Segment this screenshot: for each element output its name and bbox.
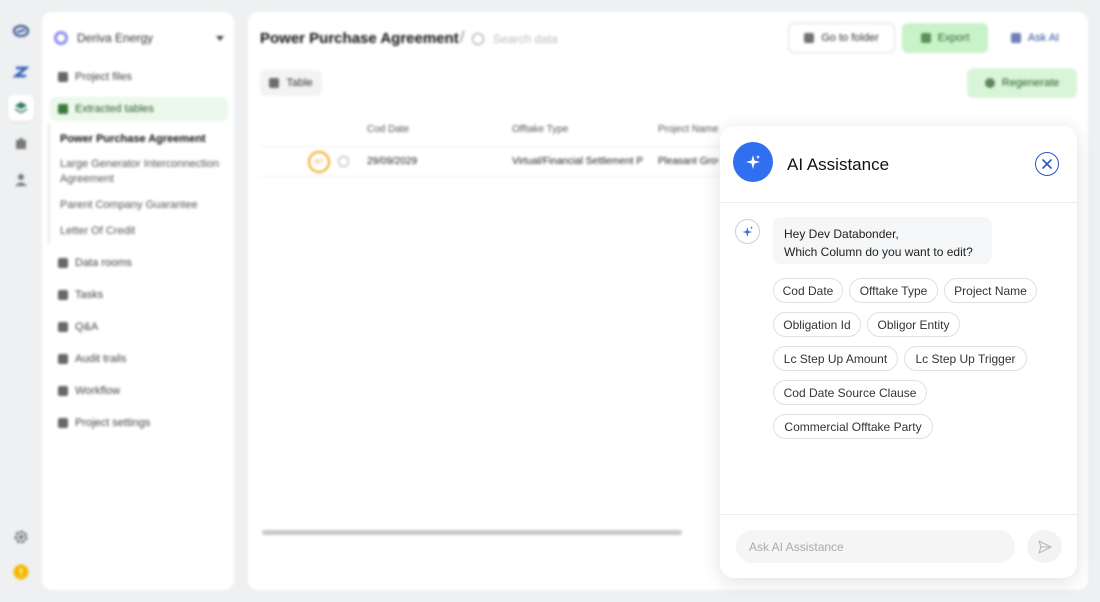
- sparkle-icon: [741, 225, 753, 237]
- close-button[interactable]: [1035, 152, 1059, 176]
- gear-icon: [58, 418, 68, 428]
- org-logo-icon: [54, 31, 68, 45]
- z-logo-icon: [1010, 33, 1021, 43]
- sidebar-item-label: Tasks: [75, 289, 104, 301]
- upload-icon: [920, 33, 931, 43]
- sidebar-item-extracted-tables[interactable]: Extracted tables: [50, 97, 228, 121]
- confidence-score: 67: [308, 151, 330, 173]
- layers-icon[interactable]: [8, 95, 34, 121]
- regenerate-label: Regenerate: [1001, 77, 1060, 89]
- folder-icon: [58, 72, 68, 82]
- alert-icon[interactable]: [8, 559, 34, 585]
- table-cell[interactable]: Virtual/Financial Settlement P: [512, 156, 647, 167]
- column-header-offtake-type[interactable]: Offtake Type: [512, 124, 568, 135]
- chip-project-name[interactable]: Project Name: [944, 278, 1037, 303]
- sub-item-large-generator[interactable]: Large Generator Interconnection Agreemen…: [60, 157, 220, 187]
- ask-ai-label: Ask AI: [1027, 32, 1060, 44]
- chip-offtake-type[interactable]: Offtake Type: [849, 278, 938, 303]
- page-title: Power Purchase Agreement: [260, 30, 459, 47]
- refresh-icon: [984, 78, 995, 88]
- table-divider: [260, 176, 720, 177]
- org-name: Deriva Energy: [77, 31, 154, 45]
- search-box[interactable]: Search data: [472, 32, 558, 46]
- regenerate-button[interactable]: Regenerate: [967, 68, 1077, 98]
- z-logo-icon[interactable]: [8, 59, 34, 85]
- search-icon: [472, 33, 484, 45]
- org-selector[interactable]: Deriva Energy: [54, 28, 224, 48]
- assistant-message: Hey Dev Databonder, Which Column do you …: [773, 217, 992, 264]
- column-header-cod-date[interactable]: Cod Date: [367, 124, 409, 135]
- check-circle-icon[interactable]: [338, 156, 349, 167]
- sidebar-item-audit-trails[interactable]: Audit trails: [50, 347, 228, 371]
- chip-lc-step-up-amount[interactable]: Lc Step Up Amount: [773, 346, 898, 371]
- gear-icon[interactable]: [8, 524, 34, 550]
- sidebar-item-tasks[interactable]: Tasks: [50, 283, 228, 307]
- folder-icon: [804, 33, 815, 43]
- sidebar-item-label: Project files: [75, 71, 132, 83]
- chip-lc-step-up-trigger[interactable]: Lc Step Up Trigger: [904, 346, 1027, 371]
- chip-obligor-entity[interactable]: Obligor Entity: [867, 312, 960, 337]
- send-icon: [1037, 539, 1052, 554]
- greeting-line: Hey Dev Databonder,: [784, 227, 899, 241]
- sidebar-item-label: Workflow: [75, 385, 121, 397]
- sidebar-item-workflow[interactable]: Workflow: [50, 379, 228, 403]
- user-icon[interactable]: [8, 167, 34, 193]
- sidebar-item-project-files[interactable]: Project files: [50, 65, 228, 89]
- sidebar-item-label: Project settings: [75, 417, 151, 429]
- table-icon: [58, 104, 68, 114]
- audit-icon: [58, 354, 68, 364]
- sidebar-item-data-rooms[interactable]: Data rooms: [50, 251, 228, 275]
- table-view-label: Table: [286, 77, 313, 89]
- send-button[interactable]: [1027, 530, 1062, 563]
- export-button[interactable]: Export: [902, 23, 988, 53]
- qa-icon: [58, 322, 68, 332]
- close-icon: [1042, 159, 1052, 169]
- sidebar-item-label: Q&A: [75, 321, 99, 333]
- ai-panel-title: AI Assistance: [787, 155, 890, 174]
- sidebar-item-label: Data rooms: [75, 257, 132, 269]
- breadcrumb-separator: /: [460, 29, 465, 46]
- column-header-project-name[interactable]: Project Name: [658, 124, 719, 135]
- chip-obligation-id[interactable]: Obligation Id: [773, 312, 861, 337]
- table-cell[interactable]: Pleasant Grov: [658, 156, 718, 167]
- workflow-icon: [58, 386, 68, 396]
- sidebar-item-qa[interactable]: Q&A: [50, 315, 228, 339]
- bot-avatar: [735, 219, 760, 244]
- export-label: Export: [937, 32, 970, 44]
- sidebar-item-label: Extracted tables: [75, 103, 154, 115]
- ask-ai-button[interactable]: Ask AI: [1000, 23, 1070, 53]
- chip-cod-date-source-clause[interactable]: Cod Date Source Clause: [773, 380, 927, 405]
- horizontal-scrollbar[interactable]: [262, 530, 682, 535]
- sub-item-power-purchase-agreement[interactable]: Power Purchase Agreement: [60, 132, 220, 147]
- sub-item-parent-company-guarantee[interactable]: Parent Company Guarantee: [60, 198, 220, 213]
- panel-divider: [720, 514, 1077, 515]
- ai-chat-input[interactable]: [736, 530, 1015, 563]
- go-to-folder-button[interactable]: Go to folder: [788, 23, 895, 53]
- chevron-down-icon: [216, 35, 224, 41]
- icon-rail: [0, 0, 42, 602]
- sidebar-item-label: Audit trails: [75, 353, 127, 365]
- brand-logo-icon[interactable]: [8, 18, 34, 44]
- tasks-icon: [58, 290, 68, 300]
- grid-icon: [269, 78, 280, 88]
- table-cell[interactable]: 29/09/2029: [367, 156, 502, 167]
- table-divider: [260, 146, 720, 147]
- go-to-folder-label: Go to folder: [821, 32, 879, 44]
- sidebar: Deriva Energy Project files Extracted ta…: [42, 12, 234, 590]
- question-line: Which Column do you want to edit?: [784, 245, 973, 259]
- sidebar-item-project-settings[interactable]: Project settings: [50, 411, 228, 435]
- chip-commercial-offtake-party[interactable]: Commercial Offtake Party: [773, 414, 933, 439]
- search-input[interactable]: Search data: [493, 32, 558, 46]
- panel-divider: [720, 202, 1077, 203]
- table-view-button[interactable]: Table: [260, 70, 322, 96]
- data-room-icon: [58, 258, 68, 268]
- chip-cod-date[interactable]: Cod Date: [773, 278, 843, 303]
- puzzle-icon[interactable]: [8, 131, 34, 157]
- ai-assistance-panel: AI Assistance Hey Dev Databonder, Which …: [720, 126, 1077, 578]
- sub-item-letter-of-credit[interactable]: Letter Of Credit: [60, 224, 220, 239]
- sub-nav-indicator: [48, 124, 50, 244]
- sparkle-icon: [733, 142, 773, 182]
